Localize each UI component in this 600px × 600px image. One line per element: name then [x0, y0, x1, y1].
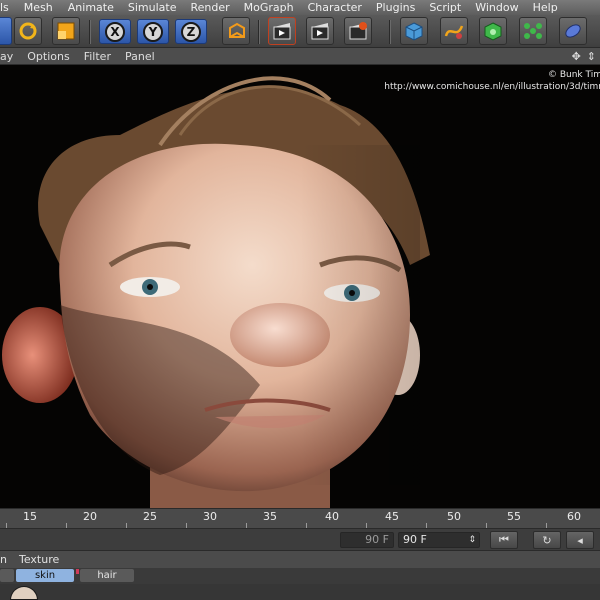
tick-label: 20: [83, 510, 97, 523]
tick-label: 50: [447, 510, 461, 523]
toolbar-separator: [389, 20, 391, 44]
end-frame-field[interactable]: 90 F: [340, 532, 394, 548]
end-frame-select[interactable]: 90 F ⇕: [398, 532, 480, 548]
x-axis-lock-icon[interactable]: X: [99, 19, 131, 44]
rotate-tool-icon[interactable]: [14, 17, 42, 45]
toolbar-separator: [89, 20, 91, 44]
material-menu-texture[interactable]: Texture: [19, 553, 59, 566]
viewport-menu-filter[interactable]: Filter: [84, 50, 111, 63]
material-manager-menu: n Texture: [0, 550, 600, 568]
tick-label: 30: [203, 510, 217, 523]
menu-item-character[interactable]: Character: [308, 1, 362, 14]
render-settings-icon[interactable]: [344, 17, 372, 45]
viewport-menu-options[interactable]: Options: [27, 50, 69, 63]
tick-label: 40: [325, 510, 339, 523]
render-view-icon[interactable]: [268, 17, 296, 45]
material-list-area[interactable]: [0, 584, 600, 600]
transport-bar: 90 F 90 F ⇕ ⏮ ↻ ◂: [0, 528, 600, 550]
rendered-character-face: [2, 76, 431, 508]
go-to-start-button[interactable]: ⏮: [490, 531, 518, 549]
viewport-menu-bar: ay Options Filter Panel ✥ ⇕: [0, 48, 600, 65]
material-tabs: skin hair: [0, 568, 600, 584]
viewport[interactable]: © Bunk Tim http://www.comichouse.nl/en/i…: [0, 65, 600, 508]
tick-label: 35: [263, 510, 277, 523]
tab-marker-icon: [76, 569, 79, 574]
coordinate-system-icon[interactable]: [222, 17, 250, 45]
spline-pen-icon[interactable]: [440, 17, 468, 45]
menu-item-script[interactable]: Script: [429, 1, 461, 14]
credit-url: http://www.comichouse.nl/en/illustration…: [384, 82, 600, 92]
deformer-icon[interactable]: [559, 17, 587, 45]
tick-label: 55: [507, 510, 521, 523]
tick-label: 45: [385, 510, 399, 523]
timeline-ruler[interactable]: 15 20 25 30 35 40 45 50 55 60: [0, 508, 600, 528]
step-back-button[interactable]: ◂: [566, 531, 594, 549]
z-axis-lock-icon[interactable]: Z: [175, 19, 207, 44]
nurbs-icon[interactable]: [479, 17, 507, 45]
material-tab-hair[interactable]: hair: [80, 569, 134, 582]
menu-item-mesh[interactable]: Mesh: [24, 1, 53, 14]
menu-item-plugins[interactable]: Plugins: [376, 1, 415, 14]
tick-label: 60: [567, 510, 581, 523]
y-axis-lock-icon[interactable]: Y: [137, 19, 169, 44]
render-picture-viewer-icon[interactable]: [306, 17, 334, 45]
cube-primitive-icon[interactable]: [400, 17, 428, 45]
menu-item-mograph[interactable]: MoGraph: [244, 1, 294, 14]
tick-label: 25: [143, 510, 157, 523]
array-cloner-icon[interactable]: [519, 17, 547, 45]
loop-button[interactable]: ↻: [533, 531, 561, 549]
viewport-menu-panel[interactable]: Panel: [125, 50, 155, 63]
material-tab-skin[interactable]: skin: [16, 569, 74, 582]
menu-item-window[interactable]: Window: [475, 1, 518, 14]
toolbar-separator: [258, 20, 260, 44]
menu-item-select[interactable]: ls: [0, 1, 9, 14]
menu-item-animate[interactable]: Animate: [68, 1, 114, 14]
material-preview-icon[interactable]: [10, 586, 38, 600]
zoom-view-icon[interactable]: ⇕: [587, 50, 596, 63]
credit-text: © Bunk Tim http://www.comichouse.nl/en/i…: [384, 69, 600, 93]
stepper-arrows-icon: ⇕: [468, 535, 476, 545]
main-toolbar: X Y Z: [0, 15, 600, 48]
move-view-icon[interactable]: ✥: [572, 50, 581, 63]
scale-tool-icon[interactable]: [52, 17, 80, 45]
viewport-nav-icons: ✥ ⇕: [572, 48, 596, 65]
end-frame-value: 90 F: [403, 533, 427, 546]
menu-item-simulate[interactable]: Simulate: [128, 1, 177, 14]
viewport-menu-display[interactable]: ay: [0, 50, 13, 63]
material-tab-hidden[interactable]: [0, 569, 14, 582]
move-tool-icon[interactable]: [0, 17, 12, 45]
credit-author: © Bunk Tim: [547, 70, 600, 80]
material-menu-function[interactable]: n: [0, 553, 7, 566]
menu-item-help[interactable]: Help: [533, 1, 558, 14]
menu-item-render[interactable]: Render: [190, 1, 229, 14]
menu-bar: ls Mesh Animate Simulate Render MoGraph …: [0, 0, 600, 15]
tick-label: 15: [23, 510, 37, 523]
